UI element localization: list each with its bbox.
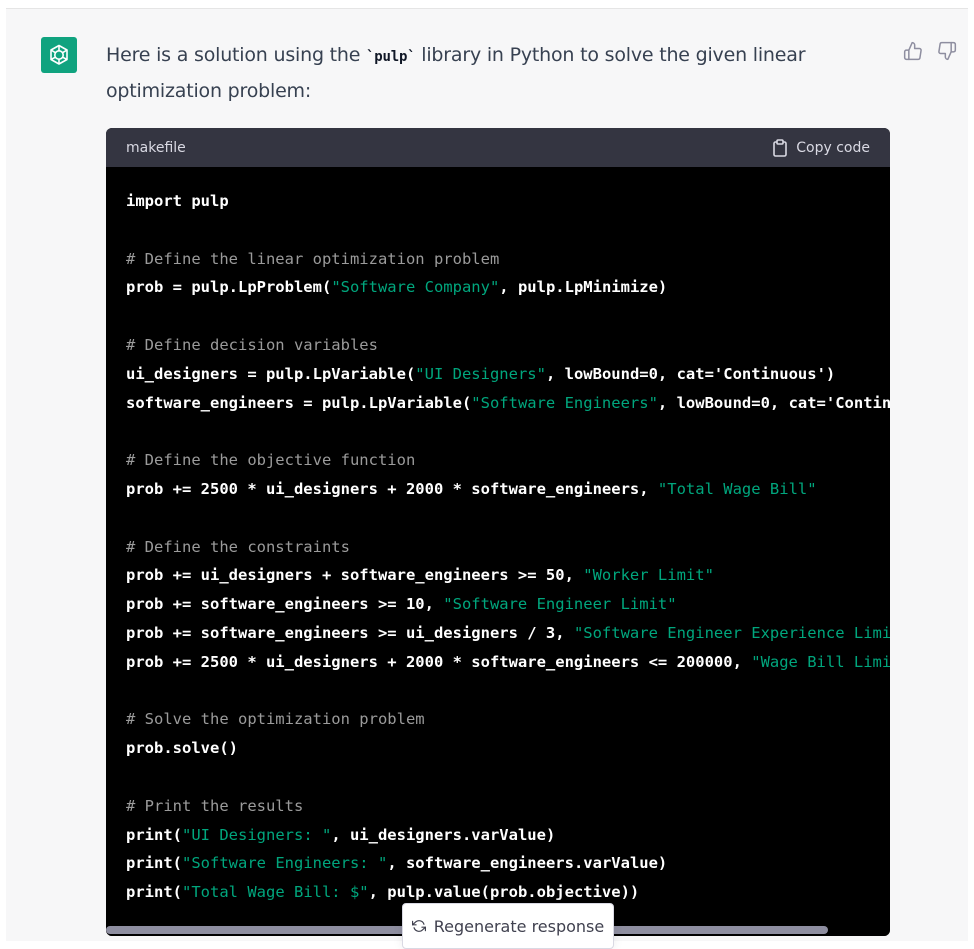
dislike-button[interactable] xyxy=(936,40,958,62)
code-token: ui_designers = pulp.LpVariable( xyxy=(126,364,416,383)
code-line: print("Software Engineers: ", software_e… xyxy=(126,849,890,878)
code-string: "Software Engineers: " xyxy=(182,854,388,873)
code-token: prob += software_engineers >= ui_designe… xyxy=(126,623,574,642)
code-token: , software_engineers.varValue) xyxy=(387,854,668,873)
code-line: software_engineers = pulp.LpVariable("So… xyxy=(126,389,890,418)
code-line: prob.solve() xyxy=(126,739,238,758)
code-line: # Define the objective function xyxy=(126,451,416,470)
code-line: prob = pulp.LpProblem("Software Company"… xyxy=(126,273,890,302)
code-line: prob += software_engineers >= ui_designe… xyxy=(126,619,890,648)
code-token: software_engineers = pulp.LpVariable( xyxy=(126,393,472,412)
code-token: , lowBound=0, cat='Continu xyxy=(657,393,890,412)
code-string: "Worker Limit" xyxy=(583,566,714,585)
openai-logo-icon xyxy=(41,37,77,73)
code-token: prob += software_engineers >= 10, xyxy=(126,595,444,614)
code-line: # Define the constraints xyxy=(126,537,350,556)
code-line: import pulp xyxy=(126,192,229,210)
copy-code-button[interactable]: Copy code xyxy=(772,138,870,157)
code-string: "Software Engineers" xyxy=(471,393,658,412)
clipboard-icon xyxy=(773,138,788,157)
intro-prefix: Here is a solution using the xyxy=(106,44,367,66)
response-intro-text: Here is a solution using the `pulp` libr… xyxy=(106,38,876,108)
code-line: # Solve the optimization problem xyxy=(126,710,425,729)
code-token: , pulp.LpMinimize) xyxy=(499,278,668,297)
thumbs-up-icon xyxy=(903,41,922,61)
code-line: # Print the results xyxy=(126,796,304,815)
code-line: # Define the linear optimization problem xyxy=(126,249,500,268)
code-token: prob += 2500 * ui_designers + 2000 * sof… xyxy=(126,479,658,498)
regenerate-response-button[interactable]: Regenerate response xyxy=(402,903,614,949)
code-line: print("UI Designers: ", ui_designers.var… xyxy=(126,821,890,850)
code-string: "Software Engineer Limit" xyxy=(443,595,677,614)
copy-code-label: Copy code xyxy=(796,139,870,156)
code-header: makefile Copy code xyxy=(106,128,890,167)
like-button[interactable] xyxy=(902,40,924,62)
code-string: "UI Designers" xyxy=(415,364,546,383)
code-content: import pulp # Define the linear optimizat… xyxy=(106,167,890,907)
code-language-label: makefile xyxy=(126,139,186,156)
code-line: prob += 2500 * ui_designers + 2000 * sof… xyxy=(126,648,890,677)
code-line: prob += ui_designers + software_engineer… xyxy=(126,561,890,590)
code-string: "Total Wage Bill" xyxy=(657,479,817,498)
code-token: prob += 2500 * ui_designers + 2000 * sof… xyxy=(126,652,752,671)
code-string: "UI Designers: " xyxy=(182,825,332,844)
code-string: "Software Engineer Experience Limit xyxy=(573,623,890,642)
inline-code-pulp: `pulp` xyxy=(366,49,416,65)
regenerate-label: Regenerate response xyxy=(433,916,605,936)
code-token: print( xyxy=(126,825,182,844)
code-line: # Define decision variables xyxy=(126,335,378,354)
refresh-icon xyxy=(411,920,426,932)
code-string: "Wage Bill Limit xyxy=(751,652,890,671)
code-string: "Software Company" xyxy=(331,278,500,297)
code-token: prob = pulp.LpProblem( xyxy=(126,278,332,297)
code-line: prob += software_engineers >= 10, "Softw… xyxy=(126,590,890,619)
code-line: ui_designers = pulp.LpVariable("UI Desig… xyxy=(126,360,890,389)
code-token: prob += ui_designers + software_engineer… xyxy=(126,566,584,585)
code-line: prob += 2500 * ui_designers + 2000 * sof… xyxy=(126,475,890,504)
code-token: , lowBound=0, cat='Continuous') xyxy=(545,364,836,383)
thumbs-down-icon xyxy=(938,41,957,61)
code-token: print( xyxy=(126,854,182,873)
code-block: makefile Copy code import pulp # Define t… xyxy=(106,128,890,936)
code-token: , ui_designers.varValue) xyxy=(331,825,556,844)
